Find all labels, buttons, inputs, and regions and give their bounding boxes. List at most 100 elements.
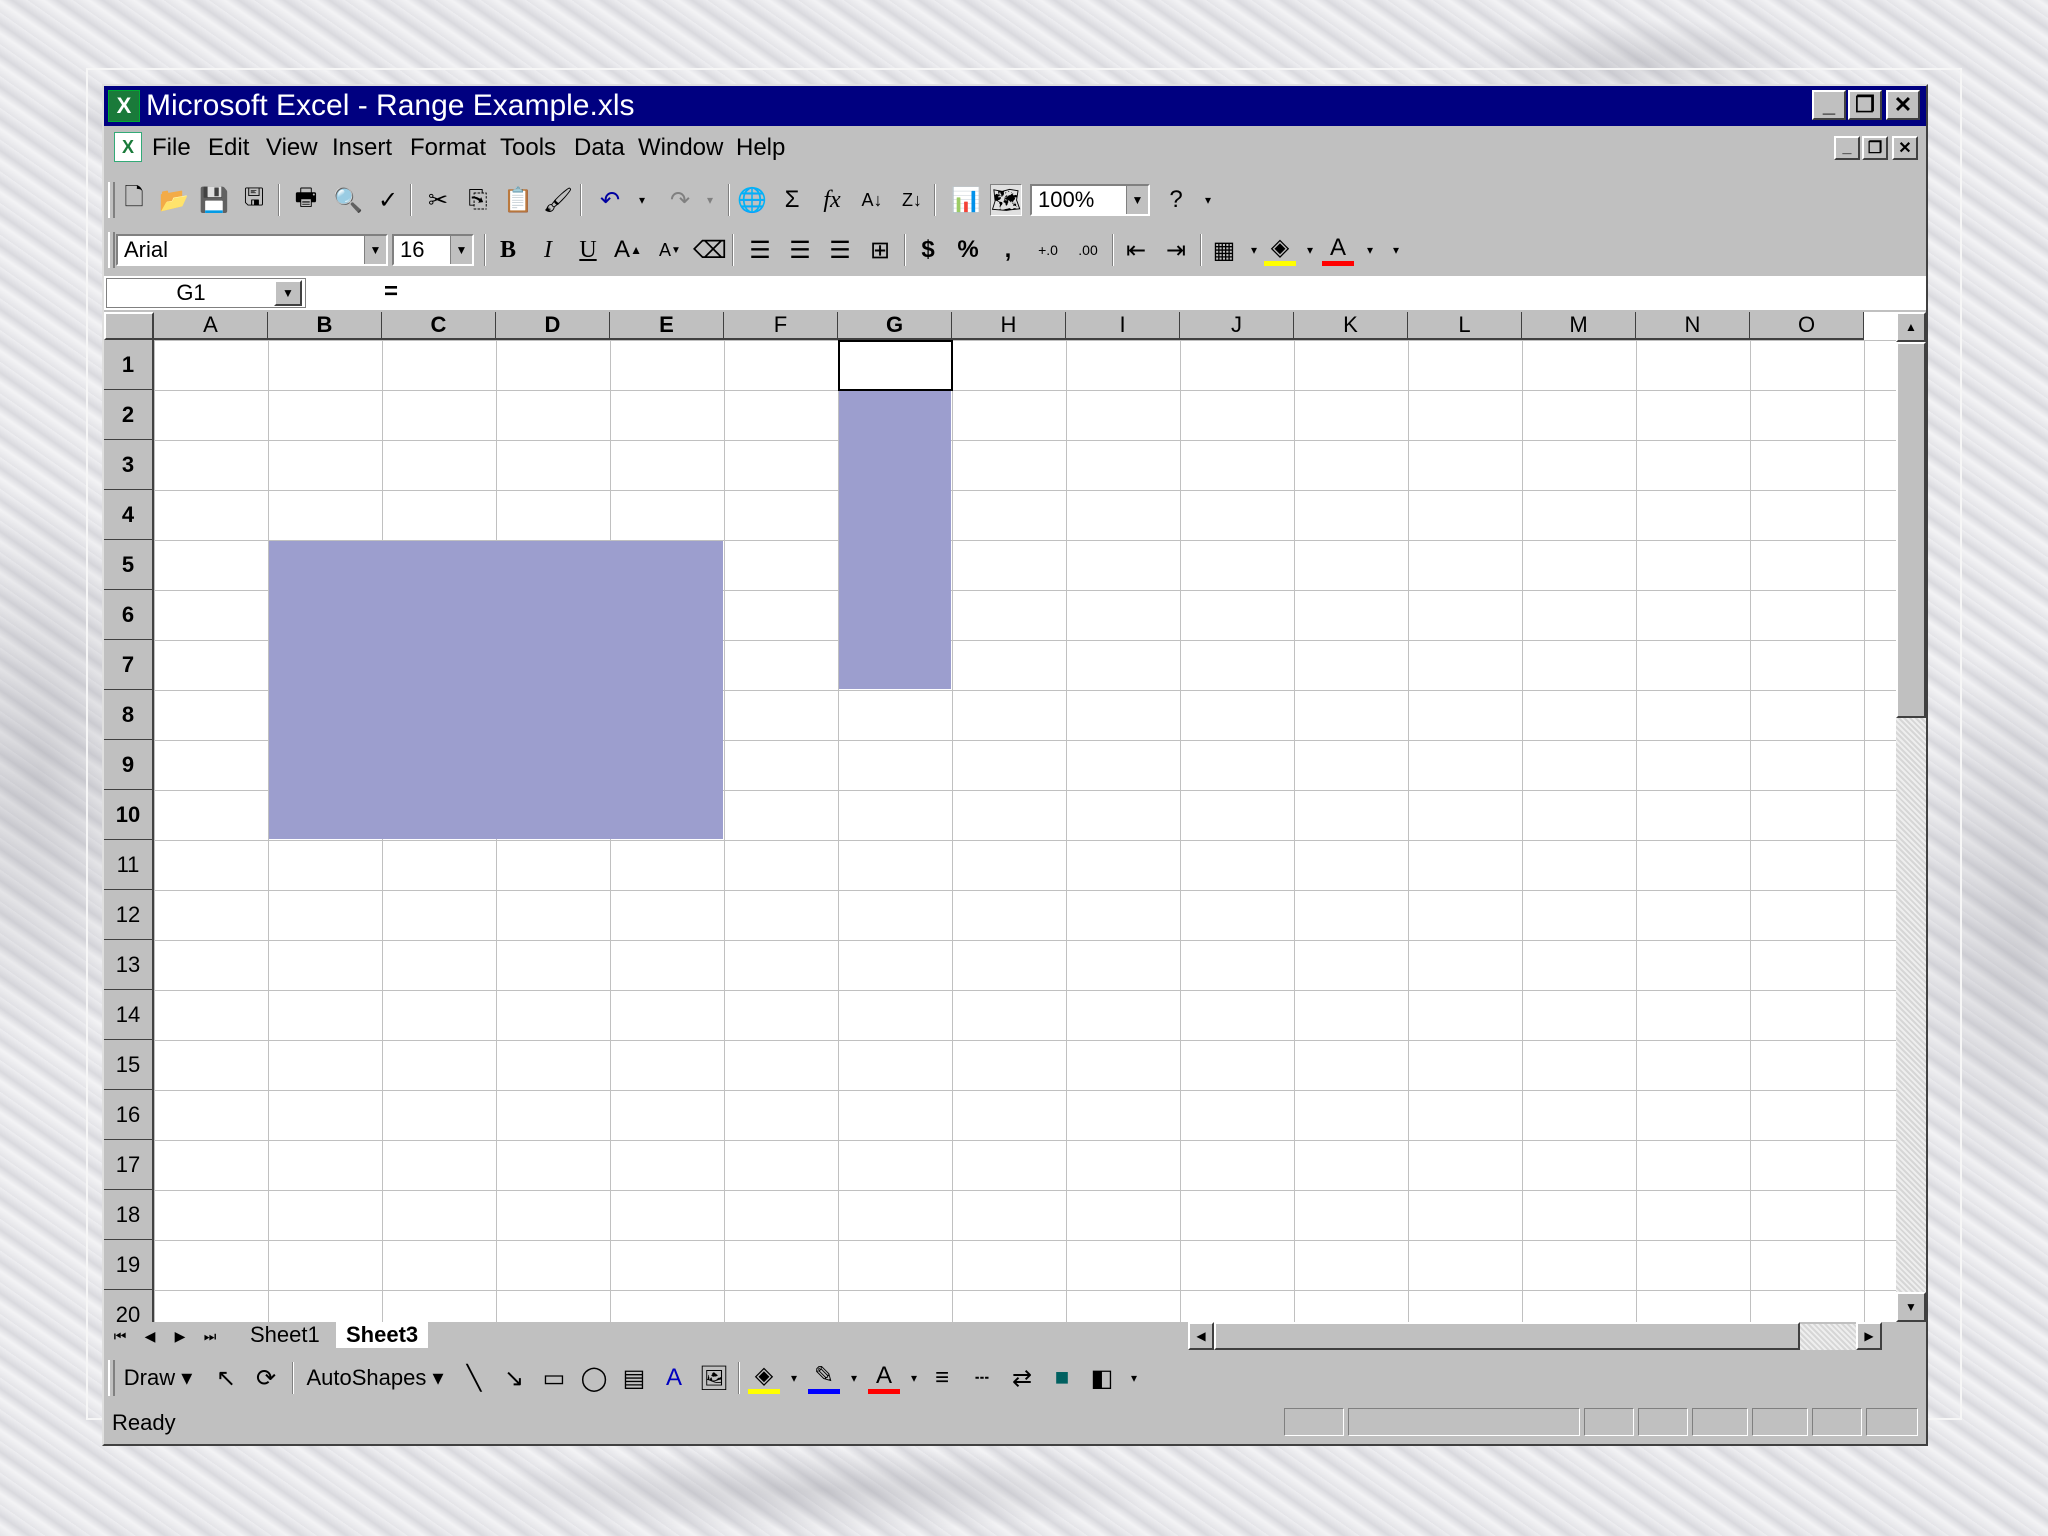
menu-window[interactable]: Window xyxy=(638,134,723,162)
row-header[interactable]: 2 xyxy=(104,390,154,440)
comma-button[interactable]: , xyxy=(992,234,1024,266)
fill-color-icon[interactable]: ◈ xyxy=(748,1362,780,1394)
paste-icon[interactable]: 📋 xyxy=(502,184,534,216)
row-header[interactable]: 1 xyxy=(104,340,154,390)
align-left-icon[interactable]: ☰ xyxy=(744,234,776,266)
arrow-icon[interactable]: ↘ xyxy=(498,1362,530,1394)
font-combo[interactable]: Arial ▼ xyxy=(116,234,388,266)
menu-insert[interactable]: Insert xyxy=(332,134,392,162)
sort-ascending-icon[interactable]: A↓ xyxy=(856,184,888,216)
scroll-up-icon[interactable]: ▲ xyxy=(1896,312,1926,342)
decrease-indent-icon[interactable]: ⇤ xyxy=(1120,234,1152,266)
line-style-icon[interactable]: ≡ xyxy=(926,1362,958,1394)
font-color-icon[interactable]: A xyxy=(1322,234,1354,266)
horizontal-scrollbar[interactable]: ◀ ▶ xyxy=(1188,1322,1882,1350)
increase-indent-icon[interactable]: ⇥ xyxy=(1160,234,1192,266)
toolbar-grip[interactable] xyxy=(108,1360,115,1396)
toolbar-options-icon[interactable]: ▾ xyxy=(1192,184,1224,216)
column-header[interactable]: K xyxy=(1294,312,1408,340)
row-header[interactable]: 12 xyxy=(104,890,154,940)
currency-button[interactable]: $ xyxy=(912,234,944,266)
column-header[interactable]: F xyxy=(724,312,838,340)
row-header[interactable]: 6 xyxy=(104,590,154,640)
row-header[interactable]: 14 xyxy=(104,990,154,1040)
align-center-icon[interactable]: ☰ xyxy=(784,234,816,266)
column-header[interactable]: B xyxy=(268,312,382,340)
column-header[interactable]: D xyxy=(496,312,610,340)
row-header[interactable]: 8 xyxy=(104,690,154,740)
hyperlink-icon[interactable]: 🌐 xyxy=(736,184,768,216)
print-icon[interactable]: 🖶 xyxy=(290,184,322,216)
active-cell[interactable] xyxy=(838,340,953,391)
minimize-button[interactable]: _ xyxy=(1812,90,1846,120)
redo-icon[interactable]: ↷ xyxy=(664,184,696,216)
doc-minimize-button[interactable]: _ xyxy=(1834,136,1860,160)
fill-color-icon[interactable]: ◈ xyxy=(1264,234,1296,266)
print-preview-icon[interactable]: 🔍 xyxy=(332,184,364,216)
dash-style-icon[interactable]: ┄ xyxy=(966,1362,998,1394)
borders-icon[interactable]: ▦ xyxy=(1208,234,1240,266)
copy-icon[interactable]: ⎘ xyxy=(462,184,494,216)
redo-dropdown-icon[interactable]: ▾ xyxy=(694,184,726,216)
first-sheet-icon[interactable]: ⏮ xyxy=(106,1324,134,1348)
increase-decimal-icon[interactable]: +.0 xyxy=(1032,234,1064,266)
line-color-dropdown-icon[interactable]: ▾ xyxy=(838,1362,870,1394)
text-box-icon[interactable]: ▤ xyxy=(618,1362,650,1394)
menu-view[interactable]: View xyxy=(266,134,318,162)
column-header[interactable]: E xyxy=(610,312,724,340)
selected-range[interactable] xyxy=(269,541,723,839)
formula-input[interactable] xyxy=(404,278,1924,308)
chevron-down-icon[interactable]: ▼ xyxy=(364,236,386,264)
merge-center-icon[interactable]: ⊞ xyxy=(864,234,896,266)
column-header[interactable]: C xyxy=(382,312,496,340)
chart-wizard-icon[interactable]: 📊 xyxy=(950,184,982,216)
function-icon[interactable]: fx xyxy=(816,184,848,216)
arrow-style-icon[interactable]: ⇄ xyxy=(1006,1362,1038,1394)
excel-app-icon[interactable]: X xyxy=(108,90,140,122)
oval-icon[interactable]: ◯ xyxy=(578,1362,610,1394)
autoshapes-menu-button[interactable]: AutoShapes ▾ xyxy=(300,1362,450,1394)
row-header[interactable]: 13 xyxy=(104,940,154,990)
toolbar-options-icon[interactable]: ▾ xyxy=(1118,1362,1150,1394)
new-icon[interactable]: 🗋 xyxy=(118,184,150,216)
grow-font-icon[interactable]: A ▲ xyxy=(612,234,644,266)
italic-button[interactable]: I xyxy=(532,234,564,266)
toolbar-options-icon[interactable]: ▾ xyxy=(1380,234,1412,266)
close-button[interactable]: ✕ xyxy=(1886,90,1920,120)
row-header[interactable]: 4 xyxy=(104,490,154,540)
doc-close-button[interactable]: ✕ xyxy=(1892,136,1918,160)
row-header[interactable]: 19 xyxy=(104,1240,154,1290)
row-header[interactable]: 10 xyxy=(104,790,154,840)
last-sheet-icon[interactable]: ⏭ xyxy=(196,1324,224,1348)
sort-descending-icon[interactable]: Z↓ xyxy=(896,184,928,216)
bold-button[interactable]: B xyxy=(492,234,524,266)
row-header[interactable]: 3 xyxy=(104,440,154,490)
column-header[interactable]: G xyxy=(838,312,952,340)
spelling-icon[interactable]: ✓ xyxy=(372,184,404,216)
column-header[interactable]: N xyxy=(1636,312,1750,340)
map-icon[interactable]: 🗺 xyxy=(990,184,1022,216)
restore-button[interactable]: ❐ xyxy=(1848,90,1882,120)
underline-button[interactable]: U xyxy=(572,234,604,266)
clip-art-icon[interactable]: 🖼 xyxy=(698,1362,730,1394)
save-as-icon[interactable]: 🖫 xyxy=(238,184,270,216)
menu-file[interactable]: File xyxy=(152,134,191,162)
scroll-down-icon[interactable]: ▼ xyxy=(1896,1292,1926,1322)
clear-format-icon[interactable]: ⌫ xyxy=(693,234,727,266)
column-header[interactable]: L xyxy=(1408,312,1522,340)
font-color-icon[interactable]: A xyxy=(868,1362,900,1394)
row-header[interactable]: 18 xyxy=(104,1190,154,1240)
selected-range[interactable] xyxy=(839,341,951,689)
menu-tools[interactable]: Tools xyxy=(500,134,556,162)
line-icon[interactable]: ╲ xyxy=(458,1362,490,1394)
chevron-down-icon[interactable]: ▼ xyxy=(1126,186,1148,214)
chevron-down-icon[interactable]: ▼ xyxy=(274,280,302,306)
cell-area[interactable] xyxy=(154,340,1896,1322)
scroll-left-icon[interactable]: ◀ xyxy=(1188,1322,1214,1350)
tab-sheet3[interactable]: Sheet3 xyxy=(336,1322,429,1348)
menu-format[interactable]: Format xyxy=(410,134,486,162)
row-header[interactable]: 16 xyxy=(104,1090,154,1140)
scroll-thumb[interactable] xyxy=(1896,342,1926,718)
chevron-down-icon[interactable]: ▼ xyxy=(450,236,472,264)
shrink-font-icon[interactable]: A ▼ xyxy=(654,234,686,266)
